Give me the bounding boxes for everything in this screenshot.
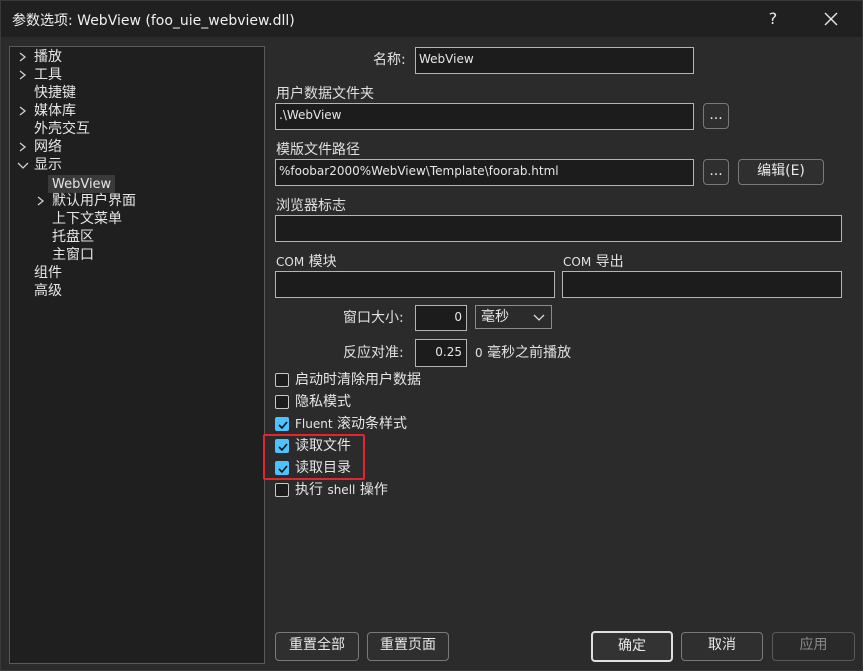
chevron-right-icon (19, 70, 27, 80)
checkbox-label: 启动时清除用户数据 (295, 372, 421, 388)
label-tail: 操作 (355, 482, 388, 498)
tree-item-shortcuts[interactable]: 快捷键 (34, 84, 76, 102)
tree-item-label: 组件 (34, 265, 62, 281)
com-prefix: COM (276, 255, 305, 269)
tree-item-label: 快捷键 (34, 85, 76, 101)
com-module-label: COM 模块 (276, 251, 337, 271)
checkbox-label: 执行 shell 操作 (295, 480, 388, 500)
template-path-label: 模版文件路径 (276, 142, 360, 158)
reaction-suffix-text: 毫秒之前播放 (487, 345, 572, 361)
window-size-input[interactable]: 0 (415, 305, 467, 331)
com-export-input[interactable] (562, 271, 842, 298)
name-label: 名称: (373, 52, 406, 68)
close-icon (824, 12, 838, 26)
checkmark-icon (278, 421, 288, 430)
browse-template-button[interactable]: ... (703, 159, 729, 185)
tree-item-networking[interactable]: 网络 (19, 138, 62, 156)
select-value: 毫秒 (481, 309, 509, 325)
close-button[interactable] (811, 5, 851, 33)
reaction-suffix-num: 0 (475, 346, 483, 360)
tree-item-tray[interactable]: 托盘区 (52, 228, 94, 246)
reset-all-button[interactable]: 重置全部 (275, 632, 359, 661)
tree-item-label: 外壳交互 (34, 121, 90, 137)
com-module-text: 模块 (308, 254, 337, 270)
apply-button[interactable]: 应用 (772, 632, 855, 661)
tree-item-label: 工具 (34, 67, 62, 83)
com-export-label: COM 导出 (563, 251, 624, 271)
window-size-unit-select[interactable]: 毫秒 (475, 305, 552, 329)
reaction-suffix: 0 毫秒之前播放 (475, 342, 571, 362)
chevron-right-icon (37, 196, 45, 206)
chevron-right-icon (19, 52, 27, 62)
reaction-input[interactable]: 0.25 (415, 339, 467, 367)
tree-item-label: 托盘区 (52, 229, 94, 245)
com-module-input[interactable] (275, 271, 555, 298)
tree-item-tools[interactable]: 工具 (19, 66, 62, 84)
browser-flags-input[interactable] (275, 215, 842, 242)
checkbox-box (275, 417, 289, 431)
tree-item-context-menu[interactable]: 上下文菜单 (52, 210, 122, 228)
tree-item-playback[interactable]: 播放 (19, 48, 62, 66)
user-data-label: 用户数据文件夹 (276, 86, 374, 102)
user-data-input[interactable]: .\WebView (275, 103, 694, 130)
browse-user-data-button[interactable]: ... (703, 103, 729, 129)
checkbox-label: 隐私模式 (295, 394, 351, 410)
tree-item-label: 播放 (34, 49, 62, 65)
tree-item-label: 网络 (34, 139, 62, 155)
tree-item-label: 上下文菜单 (52, 211, 122, 227)
browser-flags-label: 浏览器标志 (276, 198, 346, 214)
tree-item-label: 默认用户界面 (52, 193, 136, 209)
tree-item-display[interactable]: 显示 (17, 156, 62, 174)
chevron-right-icon (19, 142, 27, 152)
window-size-label: 窗口大小: (343, 310, 404, 326)
chevron-down-icon (533, 314, 545, 321)
label-text: 执行 (295, 482, 328, 498)
tree-item-media-library[interactable]: 媒体库 (19, 102, 76, 120)
ok-button[interactable]: 确定 (591, 631, 673, 662)
cancel-button[interactable]: 取消 (681, 632, 763, 661)
label-text: 滚动条样式 (332, 416, 407, 432)
window-title: 参数选项: WebView (foo_uie_webview.dll) (12, 13, 295, 29)
tree-item-shell-integration[interactable]: 外壳交互 (34, 120, 90, 138)
com-prefix: COM (563, 255, 592, 269)
chevron-down-icon (17, 162, 29, 169)
com-export-text: 导出 (595, 254, 624, 270)
tree-item-default-ui[interactable]: 默认用户界面 (37, 192, 136, 210)
tree-item-main-window[interactable]: 主窗口 (52, 246, 94, 264)
tree-item-label: 主窗口 (52, 247, 94, 263)
reaction-label: 反应对准: (343, 345, 404, 361)
name-input[interactable]: WebView (415, 47, 694, 74)
preferences-window: 参数选项: WebView (foo_uie_webview.dll) ? 播放… (0, 0, 863, 671)
checkbox-box (275, 373, 289, 387)
title-bar: 参数选项: WebView (foo_uie_webview.dll) ? (1, 1, 862, 37)
preferences-tree[interactable]: 播放 工具 快捷键 媒体库 外壳交互 网络 显示 WebView 默认用户界面 … (9, 46, 265, 664)
tree-item-label: 高级 (34, 283, 62, 299)
chevron-right-icon (19, 106, 27, 116)
tree-item-label: 媒体库 (34, 103, 76, 119)
edit-button[interactable]: 编辑(E) (738, 159, 824, 185)
reset-page-button[interactable]: 重置页面 (367, 632, 449, 661)
tree-item-webview[interactable]: WebView (48, 175, 116, 193)
tree-item-label: WebView (52, 177, 112, 192)
checkbox-box (275, 483, 289, 497)
tree-item-components[interactable]: 组件 (34, 264, 62, 282)
tree-item-advanced[interactable]: 高级 (34, 282, 62, 300)
tree-item-label: 显示 (34, 157, 62, 173)
checkbox-label: Fluent 滚动条样式 (295, 414, 407, 434)
label-latin: Fluent (295, 417, 333, 431)
checkbox-box (275, 395, 289, 409)
template-path-input[interactable]: %foobar2000%WebView\Template\foorab.html (275, 159, 694, 186)
help-button[interactable]: ? (753, 5, 793, 33)
annotation-highlight-box (263, 434, 365, 480)
label-latin: shell (327, 483, 356, 497)
